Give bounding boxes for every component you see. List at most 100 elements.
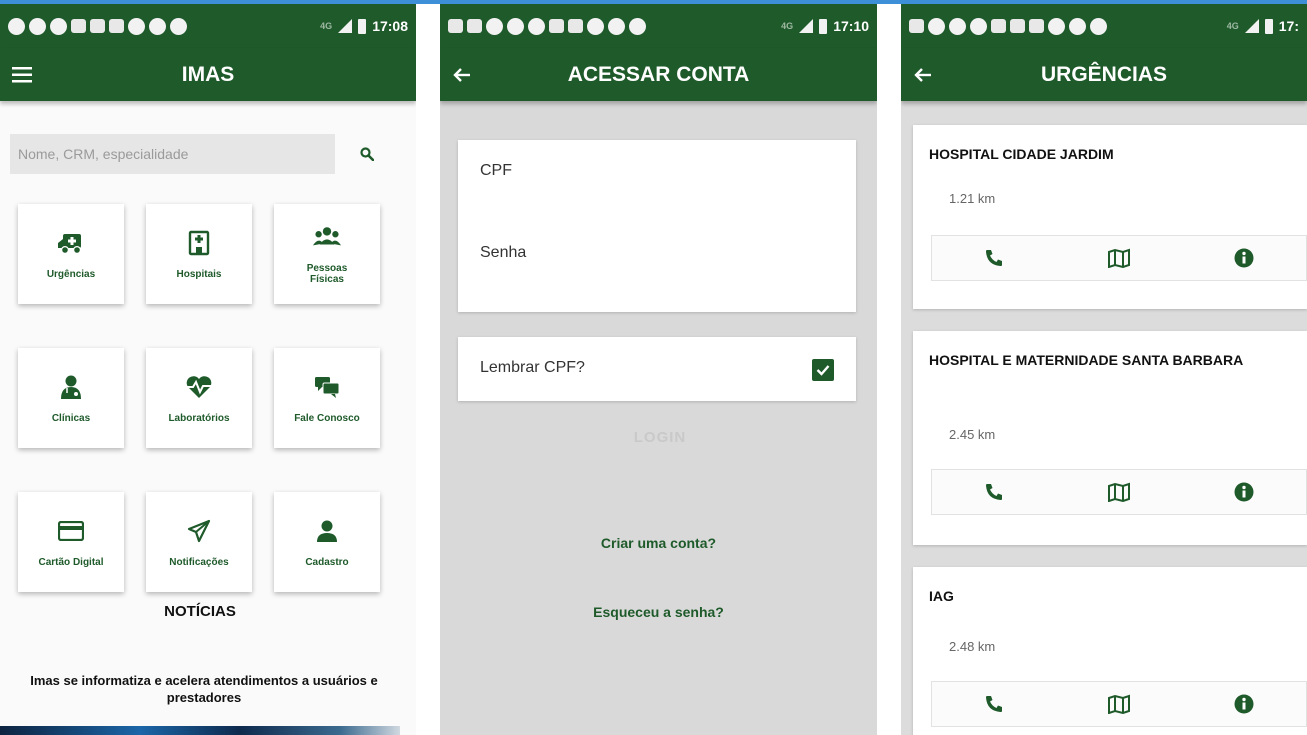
back-arrow-icon[interactable]	[440, 53, 484, 97]
tile-label: Cadastro	[305, 556, 349, 568]
notification-dot-icon	[50, 17, 67, 35]
network-type: 4G	[320, 21, 333, 31]
info-icon[interactable]	[1181, 682, 1306, 726]
hospital-actions	[931, 681, 1307, 727]
alarm-icon	[608, 17, 625, 35]
notification-icons	[8, 17, 187, 35]
mail-icon	[1010, 19, 1025, 33]
cpf-field[interactable]: CPF	[480, 162, 512, 180]
info-icon[interactable]	[1181, 470, 1306, 514]
tile-label: Fale Conosco	[294, 412, 360, 424]
remember-cpf-label: Lembrar CPF?	[480, 359, 585, 376]
doctor-icon	[57, 373, 85, 401]
tile-notificacoes[interactable]: Notificações	[146, 492, 252, 592]
message-icon	[909, 19, 924, 33]
urgencias-screen: 4G 17: URGÊNCIAS HOSPITAL CIDADE JARDIM …	[901, 4, 1307, 735]
paper-plane-icon	[185, 517, 213, 545]
app-bar: URGÊNCIAS	[901, 48, 1307, 101]
login-screen: 4G 17:10 ACESSAR CONTA CPF Senha Lembrar…	[440, 4, 877, 735]
hospital-name: HOSPITAL E MATERNIDADE SANTA BARBARA	[929, 352, 1244, 368]
page-title: URGÊNCIAS	[1040, 62, 1167, 86]
search-bar	[10, 134, 390, 174]
tile-label: Notificações	[169, 556, 229, 568]
status-bar: 4G 17:	[901, 4, 1307, 48]
search-icon[interactable]	[351, 138, 383, 170]
notification-dot-icon	[8, 17, 25, 35]
tile-clinicas[interactable]: Clínicas	[18, 348, 124, 448]
tile-label: Hospitais	[176, 268, 222, 280]
people-icon	[313, 223, 341, 251]
map-icon[interactable]	[1057, 682, 1182, 726]
sync-icon	[1048, 17, 1065, 35]
login-button[interactable]: LOGIN	[580, 429, 740, 446]
message-icon	[448, 19, 463, 33]
tile-cadastro[interactable]: Cadastro	[274, 492, 380, 592]
notification-dot-icon	[528, 17, 545, 35]
tile-fale-conosco[interactable]: Fale Conosco	[274, 348, 380, 448]
check-icon	[816, 365, 830, 376]
gallery-icon	[991, 19, 1006, 33]
gallery-icon	[71, 19, 86, 33]
battery-icon	[819, 18, 828, 34]
tile-cartao-digital[interactable]: Cartão Digital	[18, 492, 124, 592]
chat-icon	[313, 373, 341, 401]
ambulance-icon	[57, 229, 85, 257]
hospital-distance: 2.45 km	[949, 427, 996, 442]
search-input[interactable]	[10, 134, 335, 174]
hospital-card[interactable]: IAG 2.48 km	[913, 567, 1307, 735]
phone-icon[interactable]	[932, 682, 1057, 726]
hospital-distance: 2.48 km	[949, 639, 996, 654]
notification-dot-icon	[928, 17, 945, 35]
alarm-icon	[1069, 17, 1086, 35]
signal-icon	[799, 19, 814, 33]
back-arrow-icon[interactable]	[901, 53, 945, 97]
map-icon[interactable]	[1057, 236, 1182, 280]
hospital-card[interactable]: HOSPITAL E MATERNIDADE SANTA BARBARA 2.4…	[913, 331, 1307, 545]
clock: 17:	[1278, 18, 1299, 34]
sync-icon	[587, 17, 604, 35]
tile-label: Pessoas Físicas	[306, 263, 348, 285]
phone-icon[interactable]	[932, 470, 1057, 514]
wifi-icon	[170, 17, 187, 35]
forgot-password-link[interactable]: Esqueceu a senha?	[440, 604, 877, 620]
map-icon[interactable]	[1057, 470, 1182, 514]
notification-dot-icon	[949, 17, 966, 35]
notification-dot-icon	[486, 17, 503, 35]
create-account-link[interactable]: Criar uma conta?	[440, 535, 877, 551]
phone-icon[interactable]	[932, 236, 1057, 280]
wifi-icon	[1090, 17, 1107, 35]
tile-label: Laboratórios	[168, 412, 230, 424]
page-title: ACESSAR CONTA	[567, 62, 750, 86]
status-bar: 4G 17:10	[440, 4, 877, 48]
notification-dot-icon	[29, 17, 46, 35]
menu-icon[interactable]	[0, 53, 44, 97]
tile-label: Clínicas	[51, 412, 91, 424]
tile-label: Urgências	[46, 268, 96, 280]
signal-icon	[338, 19, 353, 33]
home-icon	[109, 19, 124, 33]
alarm-icon	[149, 17, 166, 35]
wifi-icon	[629, 17, 646, 35]
remember-cpf-row[interactable]: Lembrar CPF?	[458, 337, 856, 401]
menu-grid: Urgências Hospitais Pessoas Físicas Clín…	[18, 204, 384, 592]
gallery-icon	[467, 19, 482, 33]
mail-icon	[90, 19, 105, 33]
password-field[interactable]: Senha	[480, 244, 526, 262]
mail-icon	[549, 19, 564, 33]
tile-urgencias[interactable]: Urgências	[18, 204, 124, 304]
news-headline[interactable]: Imas se informatiza e acelera atendiment…	[14, 672, 394, 706]
tile-pessoas-fisicas[interactable]: Pessoas Físicas	[274, 204, 380, 304]
remember-cpf-checkbox[interactable]	[812, 359, 834, 381]
hospital-actions	[931, 235, 1307, 281]
clock: 17:10	[833, 18, 869, 34]
credit-card-icon	[57, 517, 85, 545]
tile-hospitais[interactable]: Hospitais	[146, 204, 252, 304]
tile-laboratorios[interactable]: Laboratórios	[146, 348, 252, 448]
tile-label: Cartão Digital	[38, 556, 104, 568]
info-icon[interactable]	[1181, 236, 1306, 280]
news-image[interactable]	[0, 726, 400, 735]
status-bar: 4G 17:08	[0, 4, 416, 48]
page-title: IMAS	[181, 62, 235, 86]
user-icon	[313, 517, 341, 545]
hospital-card[interactable]: HOSPITAL CIDADE JARDIM 1.21 km	[913, 125, 1307, 309]
